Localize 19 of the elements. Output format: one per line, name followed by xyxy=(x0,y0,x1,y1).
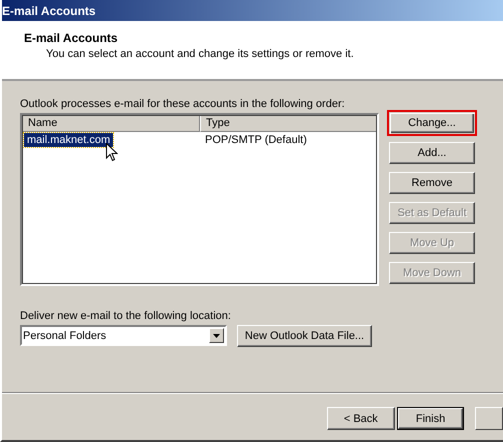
dropdown-arrow-icon xyxy=(213,334,220,338)
action-button[interactable]: Add... xyxy=(389,142,475,164)
window-title: E-mail Accounts xyxy=(2,4,96,18)
delivery-label: Deliver new e-mail to the following location: xyxy=(20,310,232,322)
header-title: E-mail Accounts xyxy=(24,31,119,45)
header-subtitle: You can select an account and change its settings or remove it. xyxy=(45,48,355,60)
account-type: POP/SMTP (Default) xyxy=(205,134,307,146)
wizard-button[interactable]: < Back xyxy=(327,407,395,430)
action-button[interactable]: Change... xyxy=(387,110,477,136)
new-data-file-button[interactable]: New Outlook Data File... xyxy=(237,325,372,347)
partial-button[interactable] xyxy=(475,407,503,430)
column-header[interactable]: Name xyxy=(22,115,200,132)
wizard-button[interactable]: Finish xyxy=(396,407,464,430)
action-button[interactable]: Remove xyxy=(389,172,475,194)
accounts-label: Outlook processes e-mail for these accounts in the following order: xyxy=(20,99,346,110)
account-name[interactable]: mail.maknet.com xyxy=(24,133,114,147)
location-dropdown[interactable]: Personal Folders xyxy=(20,325,227,346)
column-header[interactable]: Type xyxy=(200,115,377,132)
cursor-icon xyxy=(106,143,118,162)
